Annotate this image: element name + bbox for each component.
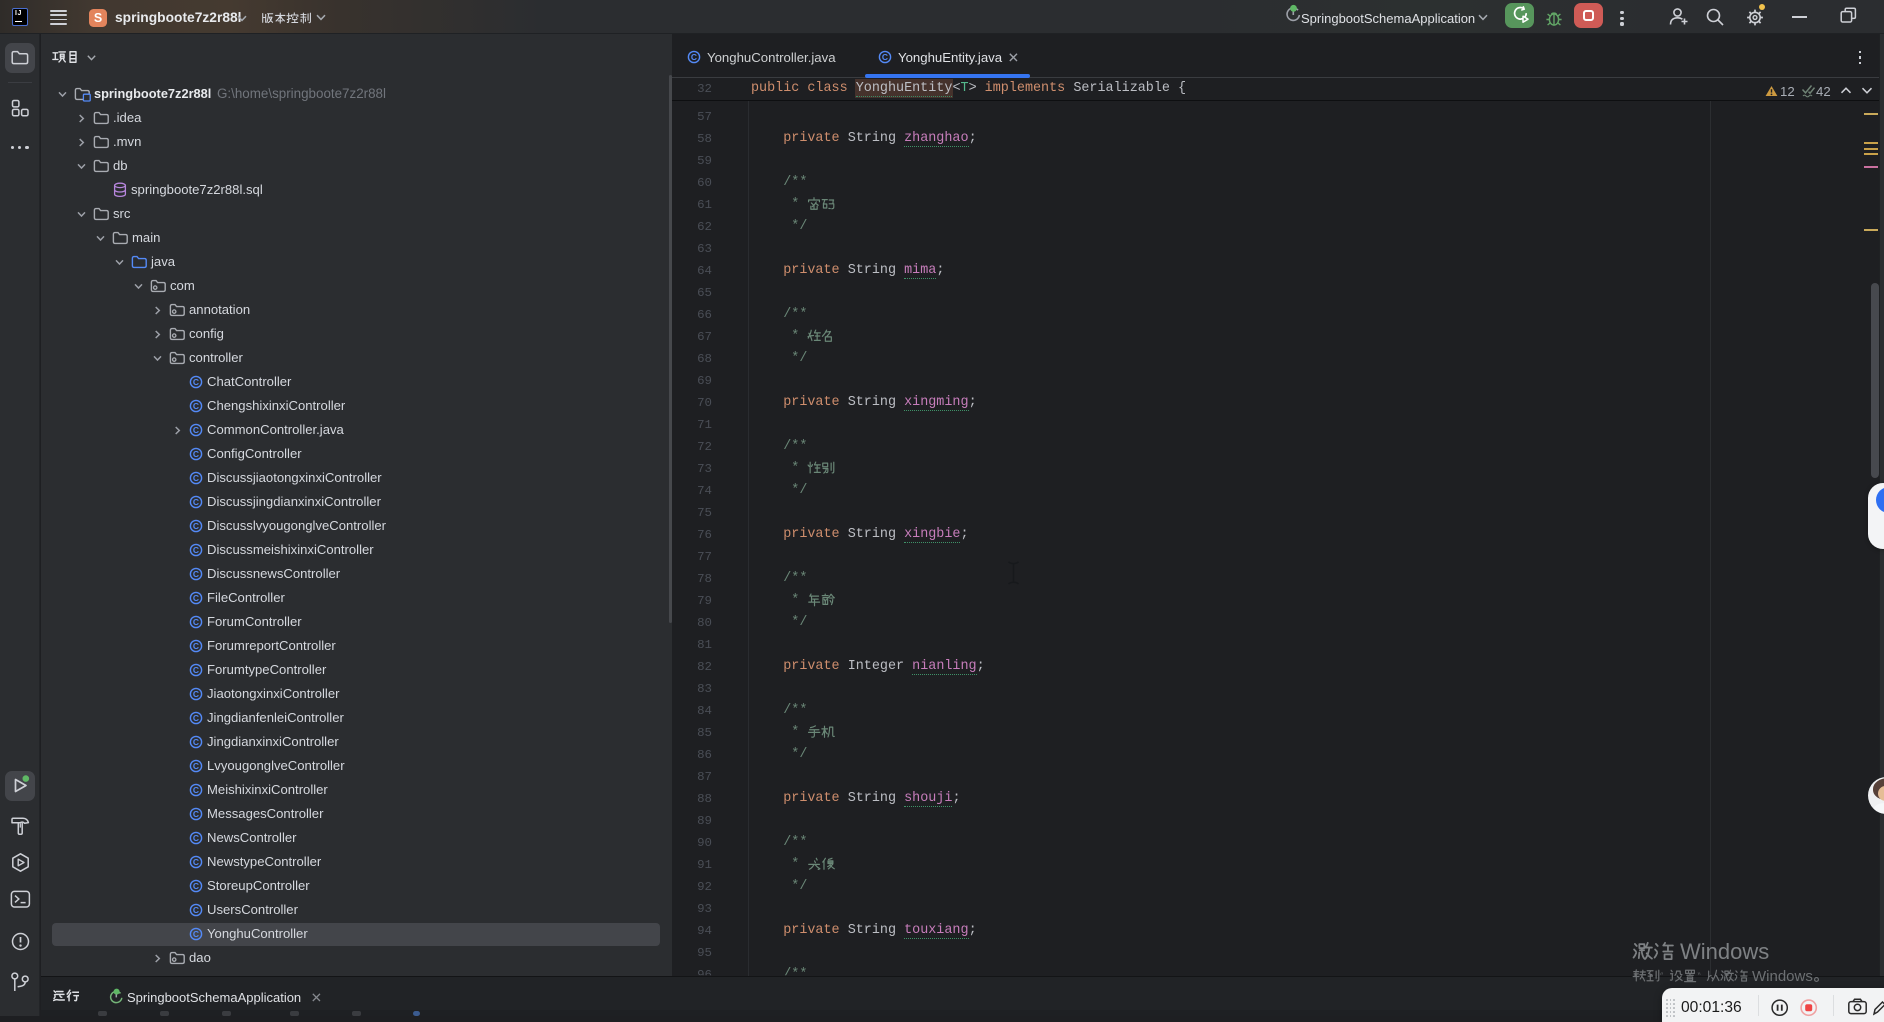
svg-text:C: C	[193, 593, 199, 603]
svg-text:C: C	[193, 809, 199, 819]
svg-text:C: C	[193, 497, 199, 507]
svg-text:C: C	[193, 689, 199, 699]
svg-text:C: C	[193, 521, 199, 531]
svg-text:C: C	[691, 52, 697, 62]
svg-text:C: C	[193, 905, 199, 915]
svg-text:C: C	[193, 473, 199, 483]
svg-text:C: C	[193, 713, 199, 723]
svg-text:C: C	[882, 52, 888, 62]
svg-text:C: C	[193, 401, 199, 411]
svg-text:C: C	[193, 665, 199, 675]
svg-text:C: C	[193, 857, 199, 867]
svg-text:C: C	[193, 881, 199, 891]
svg-text:C: C	[193, 833, 199, 843]
svg-text:C: C	[193, 761, 199, 771]
svg-text:C: C	[193, 425, 199, 435]
svg-text:C: C	[193, 929, 199, 939]
svg-text:C: C	[193, 617, 199, 627]
svg-text:C: C	[193, 545, 199, 555]
svg-text:C: C	[193, 377, 199, 387]
svg-text:C: C	[193, 449, 199, 459]
svg-text:C: C	[193, 737, 199, 747]
svg-text:C: C	[193, 785, 199, 795]
svg-text:C: C	[193, 641, 199, 651]
svg-text:C: C	[193, 569, 199, 579]
